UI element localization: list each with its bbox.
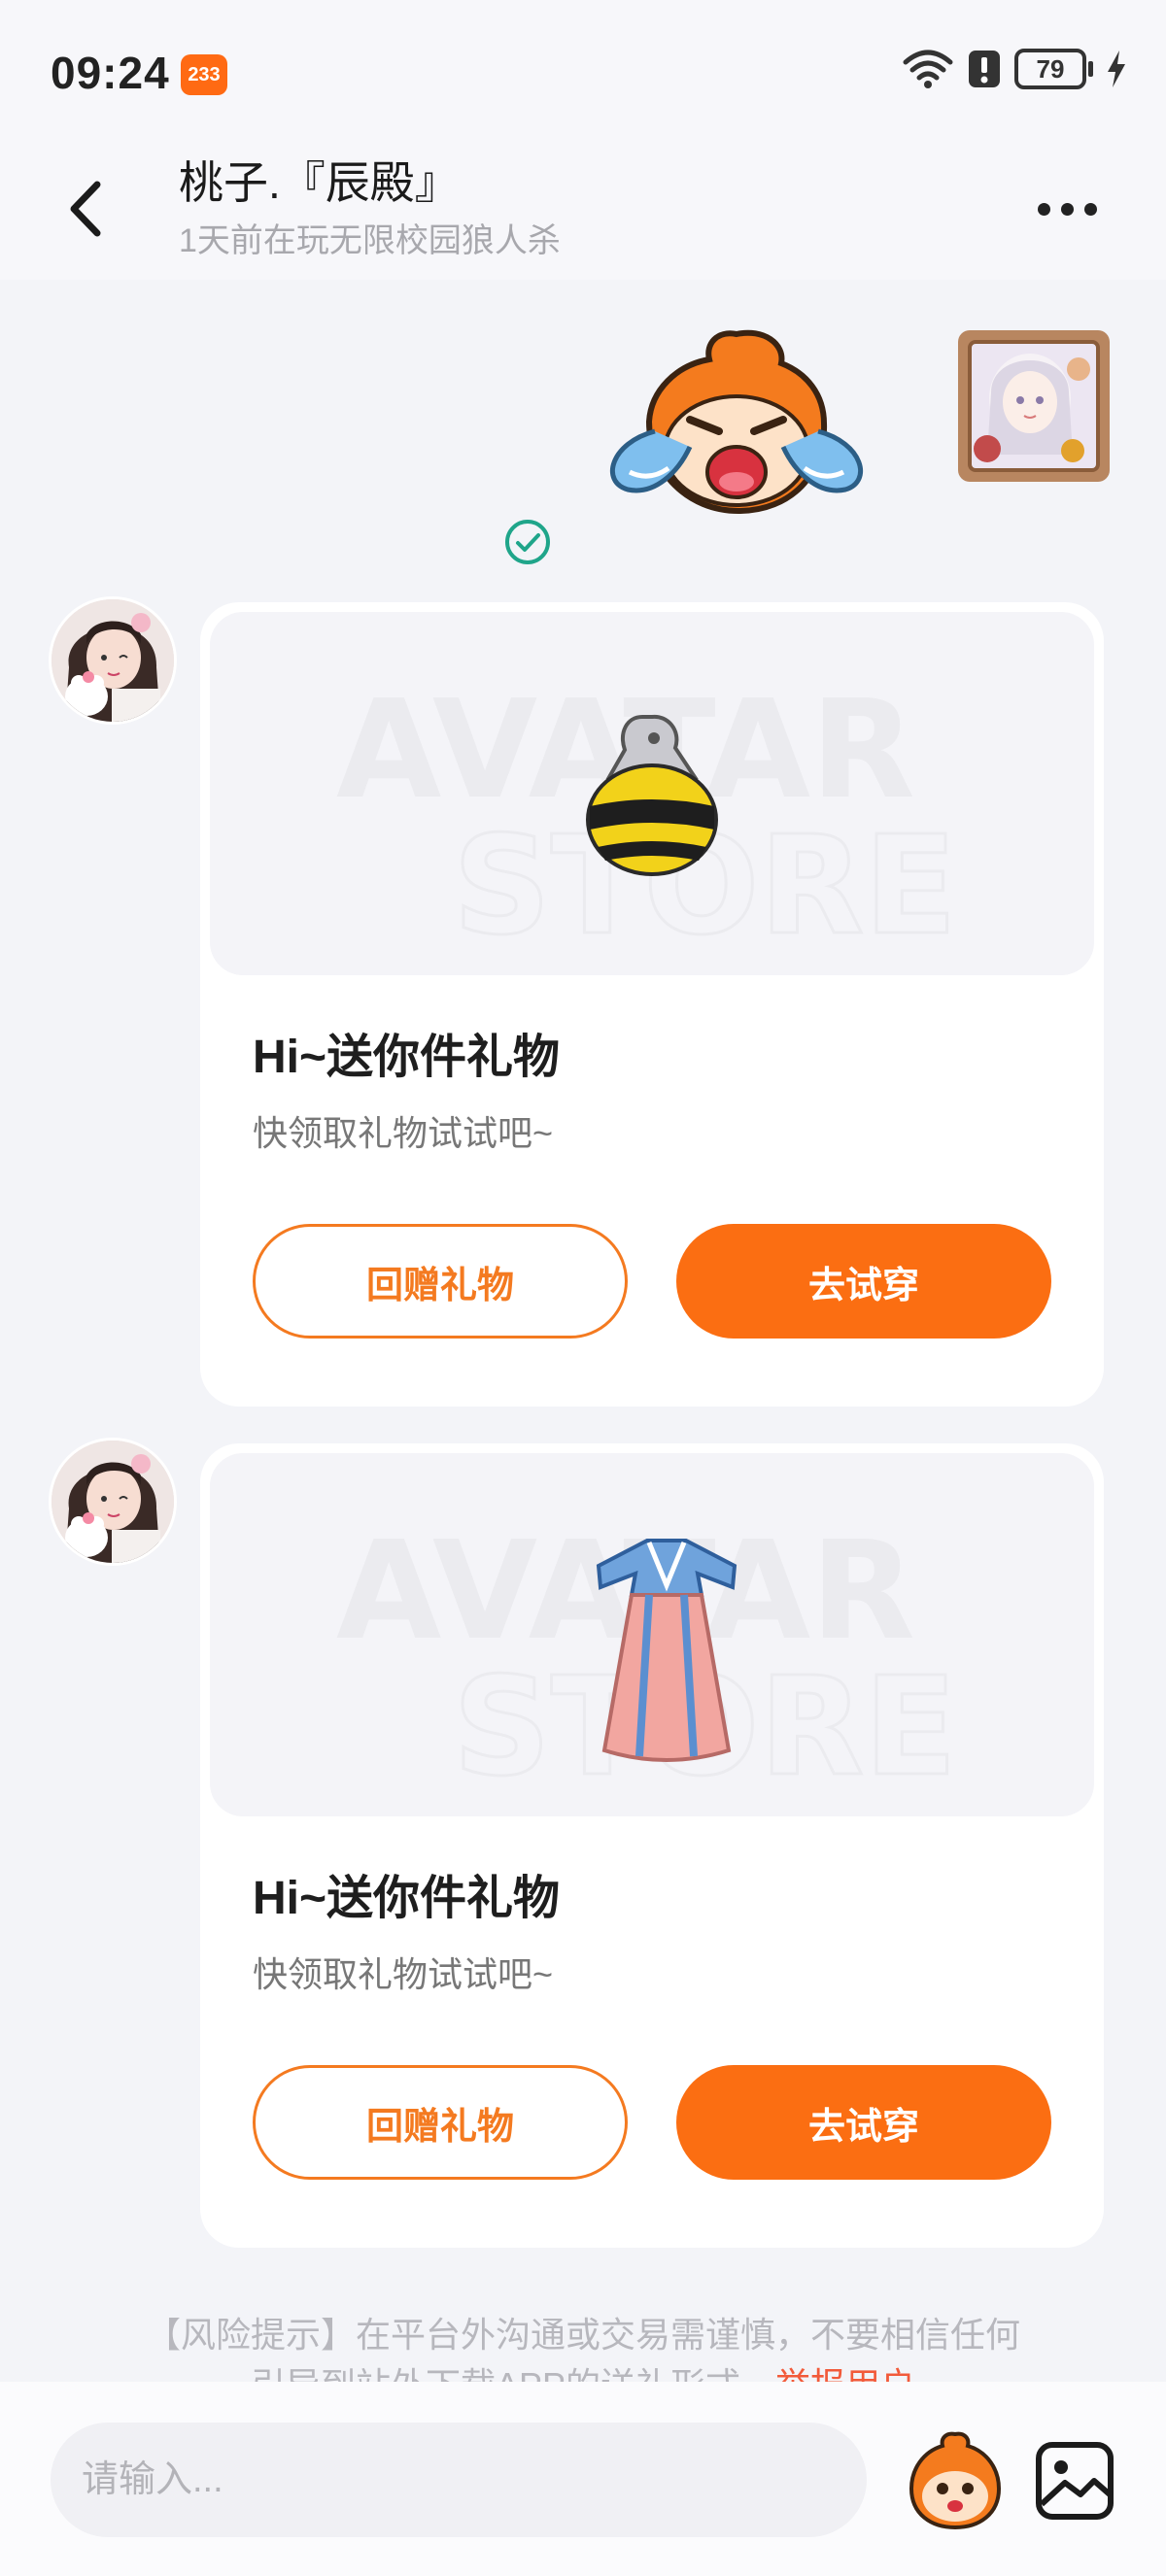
alert-icon bbox=[969, 51, 1000, 87]
gift-title: Hi~送你件礼物 bbox=[253, 1032, 561, 1083]
sent-check-icon bbox=[505, 520, 550, 564]
return-gift-button[interactable]: 回赠礼物 bbox=[253, 1224, 628, 1339]
gift-subtitle: 快领取礼物试试吧~ bbox=[253, 1113, 554, 1153]
gift-item-preview[interactable]: AVATAR STORE bbox=[210, 612, 1094, 975]
more-dot-icon bbox=[1038, 202, 1050, 216]
battery-indicator: 79 bbox=[1014, 49, 1093, 89]
crying-mascot-sticker[interactable] bbox=[600, 326, 873, 530]
gift-title: Hi~送你件礼物 bbox=[253, 1873, 561, 1924]
image-picker-icon[interactable] bbox=[1034, 2440, 1115, 2522]
girl-with-plush-icon bbox=[51, 599, 174, 722]
my-avatar[interactable] bbox=[958, 330, 1110, 482]
contact-activity-status: 1天前在玩无限校园狼人杀 bbox=[179, 222, 561, 259]
status-icons: 79 bbox=[902, 49, 1127, 89]
app-notification-badge: 233 bbox=[181, 54, 227, 95]
wifi-icon bbox=[903, 50, 953, 88]
status-bar: 09:24 233 79 bbox=[0, 0, 1166, 136]
charging-icon bbox=[1108, 51, 1125, 87]
try-on-button[interactable]: 去试穿 bbox=[676, 1224, 1051, 1339]
status-time: 09:24 bbox=[51, 48, 170, 98]
sender-avatar[interactable] bbox=[49, 596, 177, 725]
anime-portrait-icon bbox=[958, 330, 1110, 482]
message-input-bar bbox=[0, 2382, 1166, 2576]
contact-name: 桃子.『辰殿』 bbox=[179, 157, 460, 208]
bee-bag-icon bbox=[586, 714, 718, 876]
girl-with-plush-icon bbox=[51, 1441, 174, 1563]
more-dot-icon bbox=[1084, 202, 1097, 216]
try-on-button[interactable]: 去试穿 bbox=[676, 2065, 1051, 2180]
message-input[interactable] bbox=[51, 2423, 867, 2537]
back-arrow-icon[interactable] bbox=[54, 175, 113, 243]
more-options-button[interactable] bbox=[1038, 194, 1115, 223]
more-dot-icon bbox=[1061, 202, 1074, 216]
hanfu-dress-icon bbox=[596, 1539, 737, 1762]
risk-notice-line1: 【风险提示】在平台外沟通或交易需谨慎，不要相信任何 bbox=[145, 2315, 1020, 2355]
return-gift-button[interactable]: 回赠礼物 bbox=[253, 2065, 628, 2180]
gift-card: AVATAR STORE Hi~送你件礼物 快领取礼物试试吧~ 回赠礼物 去试穿 bbox=[200, 602, 1104, 1407]
gift-card: AVATAR STORE Hi~送你件礼物 快领取礼物试试吧~ 回赠礼物 去试穿 bbox=[200, 1443, 1104, 2248]
sender-avatar[interactable] bbox=[49, 1438, 177, 1566]
mascot-emoji-icon[interactable] bbox=[902, 2426, 1009, 2533]
chat-header: 桃子.『辰殿』 1天前在玩无限校园狼人杀 bbox=[0, 136, 1166, 280]
gift-subtitle: 快领取礼物试试吧~ bbox=[253, 1954, 554, 1994]
gift-item-preview[interactable]: AVATAR STORE bbox=[210, 1453, 1094, 1816]
